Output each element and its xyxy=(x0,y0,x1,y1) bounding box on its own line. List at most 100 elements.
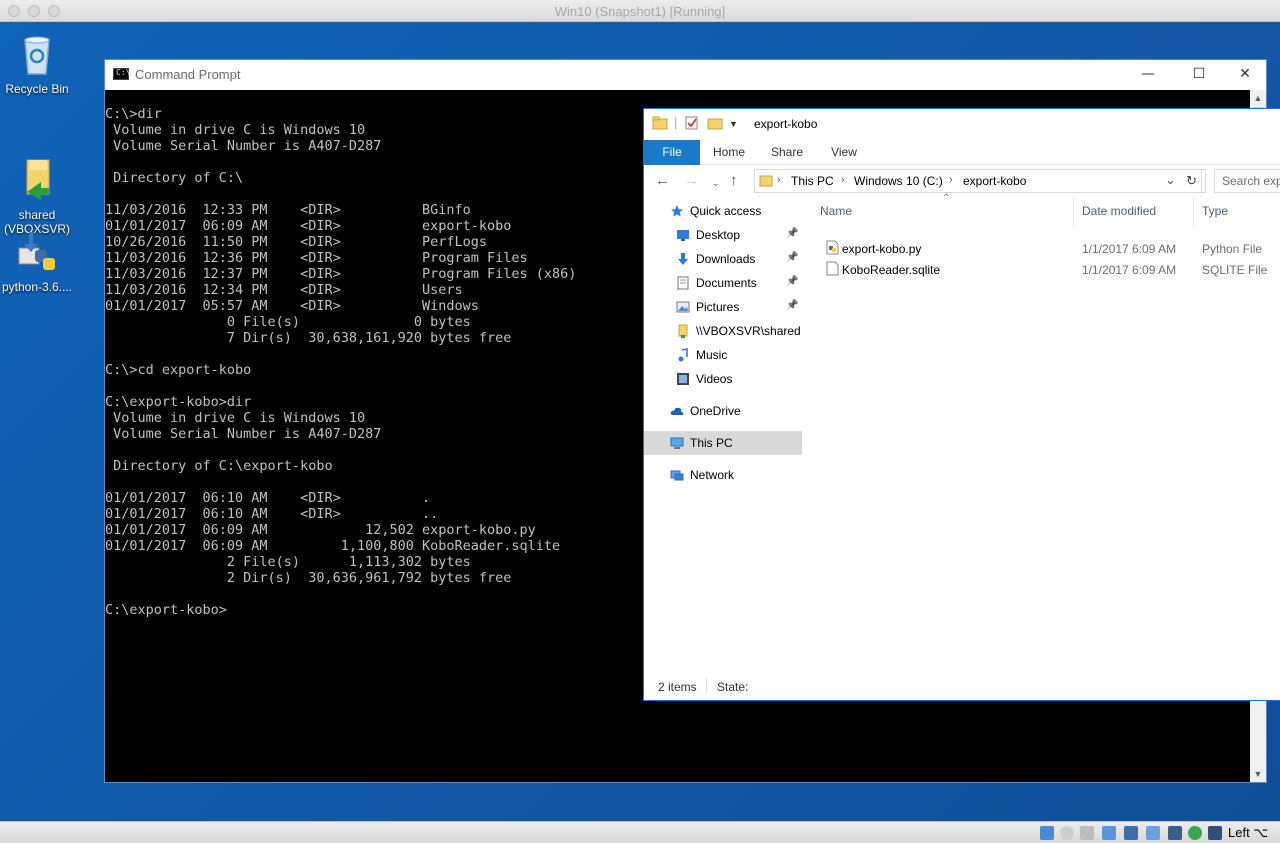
documents-icon xyxy=(676,276,690,290)
mouse-integration-icon[interactable] xyxy=(1208,826,1222,840)
tab-share[interactable]: Share xyxy=(762,140,812,165)
cloud-icon xyxy=(670,404,684,418)
breadcrumb-drive[interactable]: Windows 10 (C:) xyxy=(854,174,943,188)
tab-view[interactable]: View xyxy=(820,140,868,165)
shared-folders-icon[interactable] xyxy=(1146,826,1160,840)
desktop-icon-shared[interactable]: shared (VBOXSVR) xyxy=(0,128,74,236)
explorer-titlebar[interactable]: | ▼ export-kobo xyxy=(644,109,1280,139)
file-name: export-kobo.py xyxy=(842,242,922,256)
folder-icon xyxy=(652,116,668,133)
breadcrumb-separator-icon: › xyxy=(949,174,953,186)
item-count: 2 items xyxy=(658,680,697,694)
desktop-icon-python-installer[interactable]: python-3.6.... xyxy=(0,228,74,294)
hard-disk-icon[interactable] xyxy=(1040,826,1054,840)
scroll-up-icon[interactable]: ▲ xyxy=(1250,90,1266,106)
python-installer-icon xyxy=(15,228,59,276)
column-header-name[interactable]: Name xyxy=(814,197,1074,227)
nav-item-label: Documents xyxy=(696,276,757,290)
address-bar[interactable]: › This PC › Windows 10 (C:) › export-kob… xyxy=(754,169,1206,193)
breadcrumb-separator-icon: › xyxy=(777,174,781,186)
pin-icon[interactable]: 📌 xyxy=(786,276,798,287)
file-explorer-window[interactable]: | ▼ export-kobo File Home Share View ← →… xyxy=(643,108,1280,701)
optical-drive-icon[interactable] xyxy=(1060,826,1074,840)
nav-item-label: OneDrive xyxy=(690,404,741,418)
network-adapter-icon[interactable] xyxy=(1102,826,1116,840)
breadcrumb-this-pc[interactable]: This PC xyxy=(791,174,834,188)
file-type: Python File xyxy=(1202,242,1263,256)
host-window-title: Win10 (Snapshot1) [Running] xyxy=(554,4,726,19)
desktop-icon-recycle-bin[interactable]: Recycle Bin xyxy=(0,30,74,96)
computer-icon xyxy=(670,436,684,450)
up-arrow-icon[interactable]: ↑ xyxy=(730,172,738,189)
nav-item-label: Quick access xyxy=(690,204,762,218)
explorer-title: export-kobo xyxy=(754,117,818,131)
customize-qa-dropdown-icon[interactable]: ▼ xyxy=(729,119,738,129)
file-date-modified: 1/1/2017 6:09 AM xyxy=(1082,263,1177,277)
nav-item-documents[interactable]: Documents 📌 xyxy=(644,271,802,295)
cmd-app-icon: C:\ xyxy=(113,68,130,80)
cmd-title: Command Prompt xyxy=(135,67,241,82)
python-installer-label: python-3.6.... xyxy=(1,280,73,294)
pin-icon[interactable]: 📌 xyxy=(786,228,798,239)
nav-item-downloads[interactable]: Downloads 📌 xyxy=(644,247,802,271)
videos-icon xyxy=(676,372,690,386)
properties-checkmark-icon[interactable] xyxy=(684,116,700,133)
display-icon[interactable] xyxy=(1168,826,1182,840)
navigation-pane: Quick access Desktop 📌 Downloads 📌 Documents 📌… xyxy=(644,197,802,678)
nav-item-label: Network xyxy=(690,468,735,482)
file-type: SQLITE File xyxy=(1202,263,1268,277)
cmd-close-button[interactable]: ✕ xyxy=(1222,60,1268,90)
address-bar-row: ← → ⌄ ↑ › This PC › Windows 10 (C:) › ex… xyxy=(644,166,1280,196)
generic-file-icon xyxy=(826,261,839,279)
nav-item-desktop[interactable]: Desktop 📌 xyxy=(644,223,802,247)
folder-icon xyxy=(676,324,690,338)
address-folder-icon xyxy=(759,174,773,192)
forward-arrow-icon[interactable]: → xyxy=(684,172,699,189)
new-folder-icon[interactable] xyxy=(707,116,723,133)
status-divider xyxy=(706,678,707,694)
tab-file[interactable]: File xyxy=(644,140,700,165)
address-dropdown-chevron-icon[interactable]: ⌄ xyxy=(1165,172,1176,188)
nav-item-videos[interactable]: Videos xyxy=(644,367,802,391)
network-icon xyxy=(670,468,684,482)
nav-item-this-pc[interactable]: This PC xyxy=(644,431,802,455)
nav-item-onedrive[interactable]: OneDrive xyxy=(644,399,802,423)
nav-item-quick-access[interactable]: Quick access xyxy=(644,199,802,223)
cmd-minimize-button[interactable]: — xyxy=(1125,60,1171,90)
file-row[interactable]: KoboReader.sqlite 1/1/2017 6:09 AM SQLIT… xyxy=(820,259,1280,280)
column-header-date-modified[interactable]: Date modified xyxy=(1076,197,1194,227)
python-file-icon xyxy=(826,240,839,258)
search-input[interactable]: Search export-kobo xyxy=(1214,169,1280,193)
refresh-icon[interactable]: ↻ xyxy=(1182,169,1202,193)
pin-icon[interactable]: 📌 xyxy=(786,252,798,263)
recycle-bin-icon xyxy=(15,30,59,78)
cmd-maximize-button[interactable]: ☐ xyxy=(1176,60,1222,90)
video-capture-icon[interactable] xyxy=(1188,826,1202,840)
pin-icon[interactable]: 📌 xyxy=(786,300,798,311)
nav-item-label: Music xyxy=(696,348,728,362)
virtualbox-status-bar: Left ⌥ xyxy=(0,821,1280,843)
nav-item-network[interactable]: Network xyxy=(644,463,802,487)
usb-icon[interactable] xyxy=(1124,826,1138,840)
cmd-titlebar[interactable]: C:\ Command Prompt — ☐ ✕ xyxy=(105,60,1266,90)
file-list: ⌃ Name Date modified Type export-kobo.py… xyxy=(804,193,1280,678)
tab-home[interactable]: Home xyxy=(704,140,754,165)
nav-item-label: Downloads xyxy=(696,252,756,266)
nav-item-vboxsvr-shared[interactable]: \\VBOXSVR\shared xyxy=(644,319,802,343)
nav-item-pictures[interactable]: Pictures 📌 xyxy=(644,295,802,319)
breadcrumb-export-kobo[interactable]: export-kobo xyxy=(963,174,1026,188)
scroll-down-icon[interactable]: ▼ xyxy=(1250,766,1266,782)
back-arrow-icon[interactable]: ← xyxy=(655,172,670,189)
file-row[interactable]: export-kobo.py 1/1/2017 6:09 AM Python F… xyxy=(820,238,1280,259)
qa-separator: | xyxy=(674,115,678,130)
music-icon xyxy=(676,348,690,362)
star-icon xyxy=(670,204,684,218)
nav-item-music[interactable]: Music xyxy=(644,343,802,367)
file-name: KoboReader.sqlite xyxy=(842,263,941,277)
column-header-type[interactable]: Type xyxy=(1196,197,1280,227)
audio-icon[interactable] xyxy=(1080,826,1094,840)
recent-locations-chevron-icon[interactable]: ⌄ xyxy=(712,178,720,189)
breadcrumb-separator-icon: › xyxy=(841,174,845,186)
status-bar: 2 items State: xyxy=(644,678,1280,700)
file-date-modified: 1/1/2017 6:09 AM xyxy=(1082,242,1177,256)
